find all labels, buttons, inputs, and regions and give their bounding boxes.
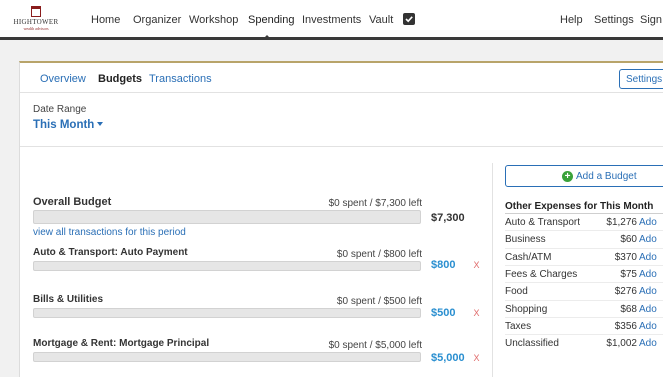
expense-category: Food (505, 286, 528, 298)
top-navigation: HIGHTOWER wealth advisors Home Organizer… (0, 0, 663, 40)
nav-investments[interactable]: Investments (302, 14, 361, 26)
nav-spending[interactable]: Spending (248, 14, 295, 26)
other-expense-row: Taxes $356 Ado (505, 316, 663, 334)
tab-overview[interactable]: Overview (40, 73, 86, 85)
budget-amount[interactable]: $5,000 (431, 352, 465, 364)
other-expense-row: Cash/ATM $370 Ado (505, 247, 663, 265)
expense-amount: $60 (620, 234, 637, 246)
add-budget-link[interactable]: Ado (639, 321, 657, 332)
add-budget-link[interactable]: Ado (639, 286, 657, 297)
nav-home[interactable]: Home (91, 14, 120, 26)
nav-help[interactable]: Help (560, 14, 583, 26)
expense-amount: $276 (614, 286, 637, 298)
add-budget-link[interactable]: Ado (639, 234, 657, 245)
other-expense-row: Shopping $68 Ado (505, 299, 663, 317)
expense-amount: $1,002 (606, 338, 637, 350)
other-expense-row: Unclassified $1,002 Ado (505, 334, 663, 351)
add-budget-link[interactable]: Ado (639, 304, 657, 315)
budget-status: $0 spent / $500 left (336, 296, 422, 307)
budget-status: $0 spent / $800 left (336, 249, 422, 260)
logo-name: HIGHTOWER (13, 18, 59, 26)
budget-progress-bar (33, 308, 421, 318)
checkbox-icon[interactable] (403, 13, 415, 25)
budget-amount[interactable]: $800 (431, 259, 455, 271)
nav-vault[interactable]: Vault (369, 14, 393, 26)
budget-name: Mortgage & Rent: Mortgage Principal (33, 338, 210, 349)
settings-button[interactable]: Settings (619, 69, 663, 89)
expense-category: Business (505, 234, 546, 246)
budgets-card: Overview Budgets Transactions Settings D… (19, 61, 663, 377)
remove-budget-close-icon[interactable]: X (472, 261, 481, 270)
nav-sign-out[interactable]: Sign (640, 14, 662, 26)
nav-organizer[interactable]: Organizer (133, 14, 181, 26)
budget-name: Bills & Utilities (33, 294, 104, 305)
expense-amount: $370 (614, 251, 637, 263)
expense-category: Cash/ATM (505, 251, 552, 263)
logo-mark-icon (31, 6, 41, 17)
column-divider (492, 163, 493, 377)
expense-category: Taxes (505, 320, 532, 332)
budget-progress-bar (33, 352, 421, 362)
expense-category: Shopping (505, 303, 548, 315)
tab-transactions[interactable]: Transactions (149, 73, 212, 85)
other-expense-row: Auto & Transport $1,276 Ado (505, 213, 663, 230)
budget-progress-bar (33, 261, 421, 271)
expense-category: Unclassified (505, 338, 559, 350)
overall-budget-status: $0 spent / $7,300 left (328, 198, 422, 209)
hightower-logo[interactable]: HIGHTOWER wealth advisors (10, 6, 62, 34)
add-budget-link[interactable]: Ado (639, 252, 657, 263)
other-expense-row: Business $60 Ado (505, 230, 663, 247)
other-expense-row: Food $276 Ado (505, 282, 663, 299)
budget-status: $0 spent / $5,000 left (328, 340, 422, 351)
other-expense-row: Fees & Charges $75 Ado (505, 264, 663, 282)
add-budget-link[interactable]: Ado (639, 269, 657, 280)
expense-amount: $68 (620, 303, 637, 315)
tab-budgets[interactable]: Budgets (98, 73, 142, 85)
add-budget-link[interactable]: Ado (639, 338, 657, 349)
expense-category: Auto & Transport (505, 217, 581, 228)
add-budget-button[interactable]: + Add a Budget (505, 165, 663, 187)
remove-budget-close-icon[interactable]: X (472, 354, 481, 363)
add-budget-link[interactable]: Ado (639, 217, 657, 228)
expense-amount: $1,276 (606, 217, 637, 228)
active-nav-caret-icon (262, 35, 272, 40)
plus-circle-icon: + (562, 171, 573, 182)
caret-down-icon (97, 122, 104, 126)
logo-tagline: wealth advisors (23, 26, 49, 31)
view-all-transactions-link[interactable]: view all transactions for this period (33, 227, 186, 238)
overall-budget-name: Overall Budget (33, 196, 112, 208)
expense-category: Fees & Charges (505, 268, 578, 280)
date-range-label: Date Range (33, 104, 87, 115)
overall-budget-amount: $7,300 (431, 212, 465, 224)
remove-budget-close-icon[interactable]: X (472, 309, 481, 318)
nav-settings[interactable]: Settings (594, 14, 634, 26)
add-budget-label: Add a Budget (576, 171, 637, 182)
expense-amount: $75 (620, 268, 637, 280)
other-expenses-title: Other Expenses for This Month (505, 201, 654, 212)
budget-name: Auto & Transport: Auto Payment (33, 247, 188, 258)
date-range-select[interactable]: This Month (33, 119, 104, 131)
tab-bar: Overview Budgets Transactions Settings (20, 63, 663, 93)
budget-amount[interactable]: $500 (431, 307, 455, 319)
overall-budget-progress-bar (33, 210, 421, 224)
section-divider (20, 146, 663, 147)
nav-workshop[interactable]: Workshop (189, 14, 238, 26)
date-range-value: This Month (33, 119, 95, 131)
expense-amount: $356 (614, 320, 637, 332)
